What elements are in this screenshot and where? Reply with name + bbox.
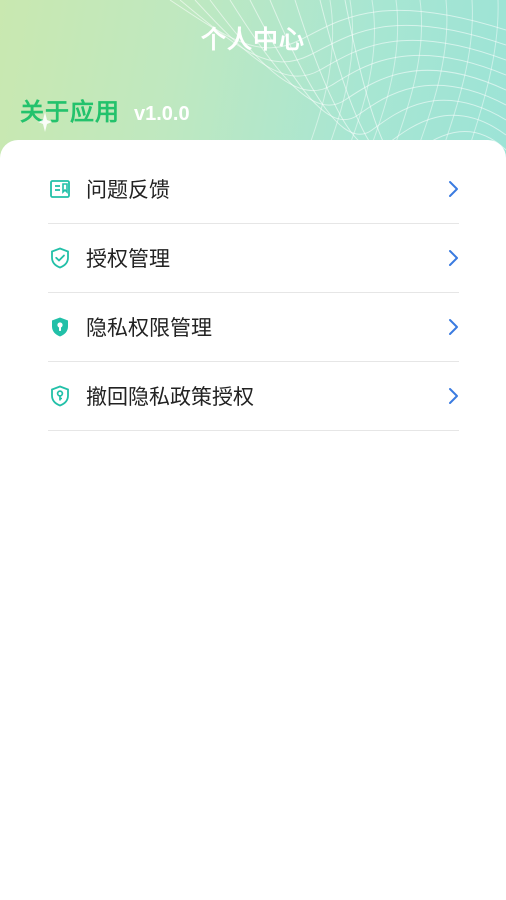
menu-item-privacy-permissions[interactable]: 隐私权限管理 <box>48 293 459 362</box>
shield-check-icon <box>48 246 72 270</box>
privacy-shield-icon <box>48 315 72 339</box>
page-title: 个人中心 <box>200 25 305 54</box>
revoke-shield-icon <box>48 384 72 408</box>
menu-item-feedback[interactable]: 问题反馈 <box>48 155 459 224</box>
sparkle-icon <box>38 112 52 132</box>
chevron-right-icon <box>449 181 458 197</box>
menu-card: 问题反馈 授权管理 隐私权限管理 撤回隐私政策授权 <box>0 140 506 900</box>
menu-item-label: 授权管理 <box>86 247 170 271</box>
chevron-right-icon <box>449 388 458 404</box>
menu-item-authorization[interactable]: 授权管理 <box>48 224 459 293</box>
menu-list: 问题反馈 授权管理 隐私权限管理 撤回隐私政策授权 <box>48 155 459 431</box>
menu-item-label: 隐私权限管理 <box>86 316 212 340</box>
chevron-right-icon <box>449 250 458 266</box>
app-version: v1.0.0 <box>134 103 190 125</box>
menu-item-label: 撤回隐私政策授权 <box>86 385 254 409</box>
feedback-icon <box>48 177 72 201</box>
about-app-title: 关于应用 <box>20 98 120 126</box>
chevron-right-icon <box>449 319 458 335</box>
menu-item-revoke-privacy[interactable]: 撤回隐私政策授权 <box>48 362 459 431</box>
menu-item-label: 问题反馈 <box>86 178 170 202</box>
